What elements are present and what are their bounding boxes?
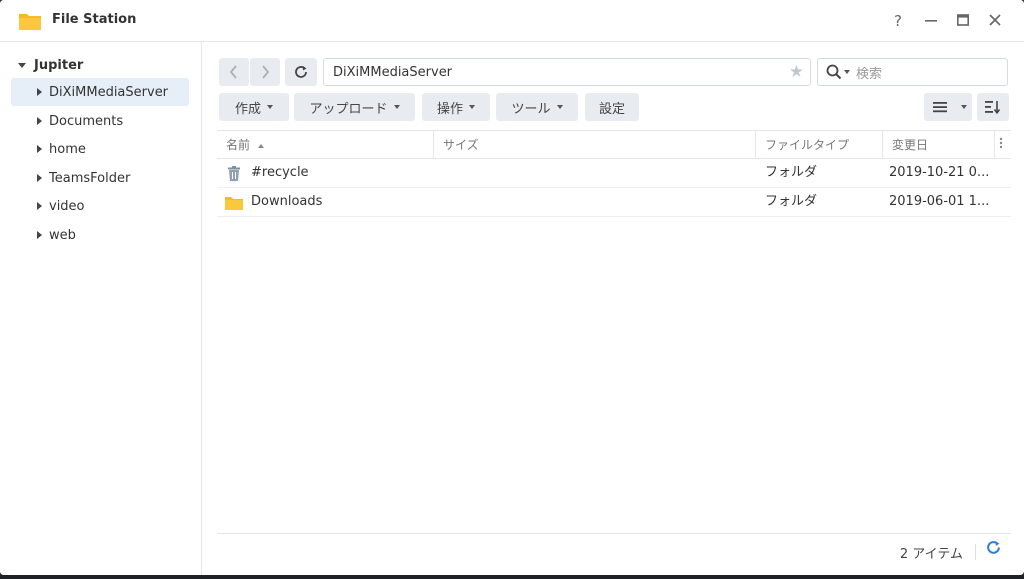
sidebar-item-label: DiXiMMediaServer — [49, 84, 169, 100]
list-view-icon — [933, 102, 947, 113]
upload-button[interactable]: アップロード — [294, 93, 415, 121]
back-button[interactable] — [219, 58, 249, 86]
footer-refresh-button[interactable] — [986, 540, 1001, 560]
more-vertical-icon — [999, 137, 1003, 149]
settings-button-label: 設定 — [598, 101, 625, 117]
file-table-header: 名前 サイズ ファイルタイプ 変更日 — [217, 130, 1011, 159]
file-name: Downloads — [251, 194, 323, 209]
chevron-left-icon — [229, 65, 237, 79]
refresh-button[interactable] — [285, 58, 317, 86]
footer-divider — [975, 544, 976, 560]
close-icon — [989, 14, 1001, 26]
minimize-icon — [925, 20, 937, 22]
table-row[interactable]: #recycle フォルダ 2019-10-21 0... — [217, 159, 1011, 188]
column-header-modified[interactable]: 変更日 — [883, 131, 994, 159]
upload-button-label: アップロード — [309, 101, 388, 117]
sidebar-item-label: Documents — [49, 113, 124, 129]
sidebar-item-web[interactable]: web — [11, 221, 189, 249]
caret-right-icon — [37, 117, 42, 125]
tree-root-label: Jupiter — [34, 57, 84, 73]
recycle-bin-icon — [228, 166, 240, 181]
forward-button[interactable] — [250, 58, 280, 86]
column-header-name-label: 名前 — [226, 138, 251, 152]
chevron-down-icon — [469, 105, 475, 109]
file-size — [443, 159, 743, 187]
create-button-label: 作成 — [234, 101, 261, 117]
column-header-size[interactable]: サイズ — [434, 131, 755, 159]
window-title: File Station — [52, 12, 137, 27]
chevron-down-icon — [844, 70, 850, 74]
sort-button[interactable] — [977, 93, 1009, 121]
caret-right-icon — [37, 145, 42, 153]
chevron-down-icon — [393, 105, 400, 109]
tree-root-jupiter[interactable]: Jupiter — [18, 56, 83, 74]
tools-button[interactable]: ツール — [496, 93, 578, 121]
caret-down-icon — [18, 62, 26, 68]
sidebar-item-diximmediaserver[interactable]: DiXiMMediaServer — [11, 78, 189, 106]
item-count: 2 アイテム — [899, 547, 963, 562]
sidebar-item-label: TeamsFolder — [49, 170, 131, 186]
file-type: フォルダ — [765, 194, 818, 209]
search-placeholder: 検索 — [856, 66, 883, 82]
minimize-button[interactable] — [920, 10, 942, 32]
column-header-type[interactable]: ファイルタイプ — [756, 131, 882, 159]
path-bar[interactable]: DiXiMMediaServer ★ — [323, 58, 811, 86]
sidebar: Jupiter DiXiMMediaServer Documents home … — [0, 42, 202, 575]
sort-ascending-icon — [257, 143, 264, 148]
chevron-down-icon — [556, 105, 563, 109]
action-button[interactable]: 操作 — [422, 93, 490, 121]
sidebar-item-label: home — [49, 141, 86, 157]
file-station-window: File Station ? Jupiter DiXiMMediaServer … — [0, 0, 1024, 575]
refresh-icon — [295, 66, 307, 78]
file-name: #recycle — [251, 165, 309, 180]
chevron-down-icon — [267, 105, 273, 109]
column-options-button[interactable] — [995, 131, 1011, 159]
file-modified: 2019-10-21 0... — [889, 165, 990, 180]
sidebar-item-teamsfolder[interactable]: TeamsFolder — [11, 164, 189, 192]
maximize-button[interactable] — [952, 10, 974, 32]
tools-button-label: ツール — [511, 101, 551, 117]
file-size — [443, 188, 743, 216]
sidebar-item-video[interactable]: video — [11, 192, 189, 220]
file-type: フォルダ — [765, 165, 818, 180]
desktop-background — [0, 575, 1024, 579]
chevron-right-icon — [262, 65, 270, 79]
settings-button[interactable]: 設定 — [585, 93, 639, 121]
sort-icon — [985, 101, 1001, 114]
main-panel: DiXiMMediaServer ★ 検索 作成 アップロード 操作 ツール 設… — [203, 42, 1024, 575]
close-button[interactable] — [984, 10, 1006, 32]
sidebar-item-documents[interactable]: Documents — [11, 107, 189, 135]
sidebar-item-label: video — [49, 198, 85, 214]
chevron-down-icon — [961, 105, 967, 109]
sidebar-item-label: web — [49, 227, 76, 243]
sidebar-item-home[interactable]: home — [11, 135, 189, 163]
caret-right-icon — [37, 88, 42, 96]
search-icon — [826, 64, 842, 80]
file-modified: 2019-06-01 1... — [889, 194, 990, 209]
column-header-name[interactable]: 名前 — [217, 131, 433, 159]
table-row[interactable]: Downloads フォルダ 2019-06-01 1... — [217, 188, 1011, 217]
action-button-label: 操作 — [436, 101, 463, 117]
status-footer: 2 アイテム — [217, 533, 1011, 569]
file-station-app-icon — [19, 14, 41, 30]
caret-right-icon — [37, 202, 42, 210]
help-button[interactable]: ? — [887, 10, 909, 32]
maximize-icon — [957, 14, 969, 26]
folder-icon — [225, 197, 243, 210]
path-text: DiXiMMediaServer — [333, 64, 453, 80]
title-bar: File Station ? — [0, 0, 1024, 42]
caret-right-icon — [37, 231, 42, 239]
star-icon[interactable]: ★ — [789, 62, 804, 82]
list-view-button[interactable] — [924, 93, 956, 121]
refresh-icon — [987, 541, 1000, 554]
caret-right-icon — [37, 174, 42, 182]
view-mode-dropdown[interactable] — [956, 93, 972, 121]
create-button[interactable]: 作成 — [219, 93, 289, 121]
search-field[interactable]: 検索 — [817, 58, 1008, 86]
